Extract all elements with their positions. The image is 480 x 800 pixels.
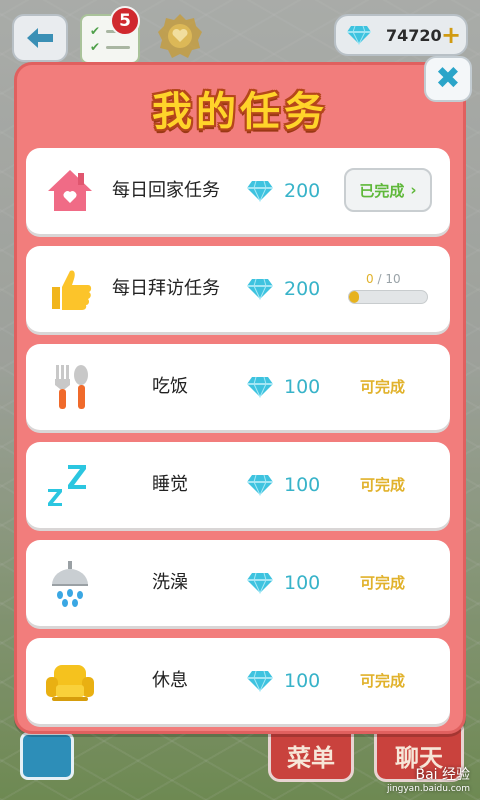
available-status[interactable]: 可完成 <box>360 344 405 430</box>
task-reward: 100 <box>284 474 321 496</box>
task-name: 每日回家任务 <box>112 180 220 201</box>
diamond-icon <box>247 278 273 300</box>
progress-label: 0 / 10 <box>366 272 401 286</box>
task-name: 洗澡 <box>152 572 188 593</box>
progress-total: 10 <box>385 272 401 286</box>
chevron-right-icon: › <box>410 181 417 199</box>
progress-fill <box>349 291 359 303</box>
progress-current: 0 <box>366 272 374 286</box>
camera-button[interactable] <box>20 732 74 780</box>
progress-bar <box>348 290 428 304</box>
available-status[interactable]: 可完成 <box>360 442 405 528</box>
medal-icon[interactable] <box>156 12 204 62</box>
diamond-icon <box>247 180 273 202</box>
task-name: 休息 <box>152 670 188 691</box>
task-name: 每日拜访任务 <box>112 278 220 299</box>
watermark-text: Bai 经验 <box>415 767 470 783</box>
task-reward: 200 <box>284 180 321 202</box>
armchair-icon <box>44 655 96 707</box>
completed-button[interactable]: 已完成 › <box>344 168 432 212</box>
task-reward: 200 <box>284 278 321 300</box>
arrow-left-icon <box>27 28 53 48</box>
watermark: Bai 经验 jingyan.baidu.com <box>387 764 470 794</box>
close-button[interactable]: ✖ <box>424 56 472 102</box>
diamond-icon <box>247 474 273 496</box>
house-icon <box>44 165 96 217</box>
gem-balance: 74720 + <box>334 14 468 56</box>
check-icon: ✔ <box>90 40 101 54</box>
progress-separator: / <box>377 272 382 286</box>
available-status[interactable]: 可完成 <box>360 638 405 724</box>
menu-button-label: 菜单 <box>287 744 335 772</box>
task-reward: 100 <box>284 376 321 398</box>
task-name: 睡觉 <box>152 474 188 495</box>
watermark-url: jingyan.baidu.com <box>386 784 470 794</box>
panel-title: 我的任务 <box>152 89 328 135</box>
diamond-icon <box>347 25 371 45</box>
close-icon: ✖ <box>435 61 461 96</box>
diamond-icon <box>247 670 273 692</box>
add-gems-button[interactable]: + <box>440 23 462 47</box>
task-row: 洗澡 100 可完成 <box>26 540 450 626</box>
task-row: 每日回家任务 200 已完成 › <box>26 148 450 234</box>
diamond-icon <box>247 572 273 594</box>
back-button[interactable] <box>12 14 68 62</box>
check-icon: ✔ <box>90 24 101 38</box>
gem-balance-value: 74720 <box>386 25 442 45</box>
shower-icon <box>44 557 96 609</box>
fork-spoon-icon <box>44 361 96 413</box>
thumbs-up-icon <box>44 263 96 315</box>
diamond-icon <box>247 376 273 398</box>
task-row: 每日拜访任务 200 0 / 10 <box>26 246 450 332</box>
task-name: 吃饭 <box>152 376 188 397</box>
list-line <box>106 46 130 49</box>
sleep-zz-icon <box>44 459 96 511</box>
available-status[interactable]: 可完成 <box>360 540 405 626</box>
task-count-badge: 5 <box>110 6 140 36</box>
completed-button-label: 已完成 <box>359 181 405 200</box>
task-reward: 100 <box>284 572 321 594</box>
task-row: 睡觉 100 可完成 <box>26 442 450 528</box>
task-row: 吃饭 100 可完成 <box>26 344 450 430</box>
task-row: 休息 100 可完成 <box>26 638 450 724</box>
task-reward: 100 <box>284 670 321 692</box>
